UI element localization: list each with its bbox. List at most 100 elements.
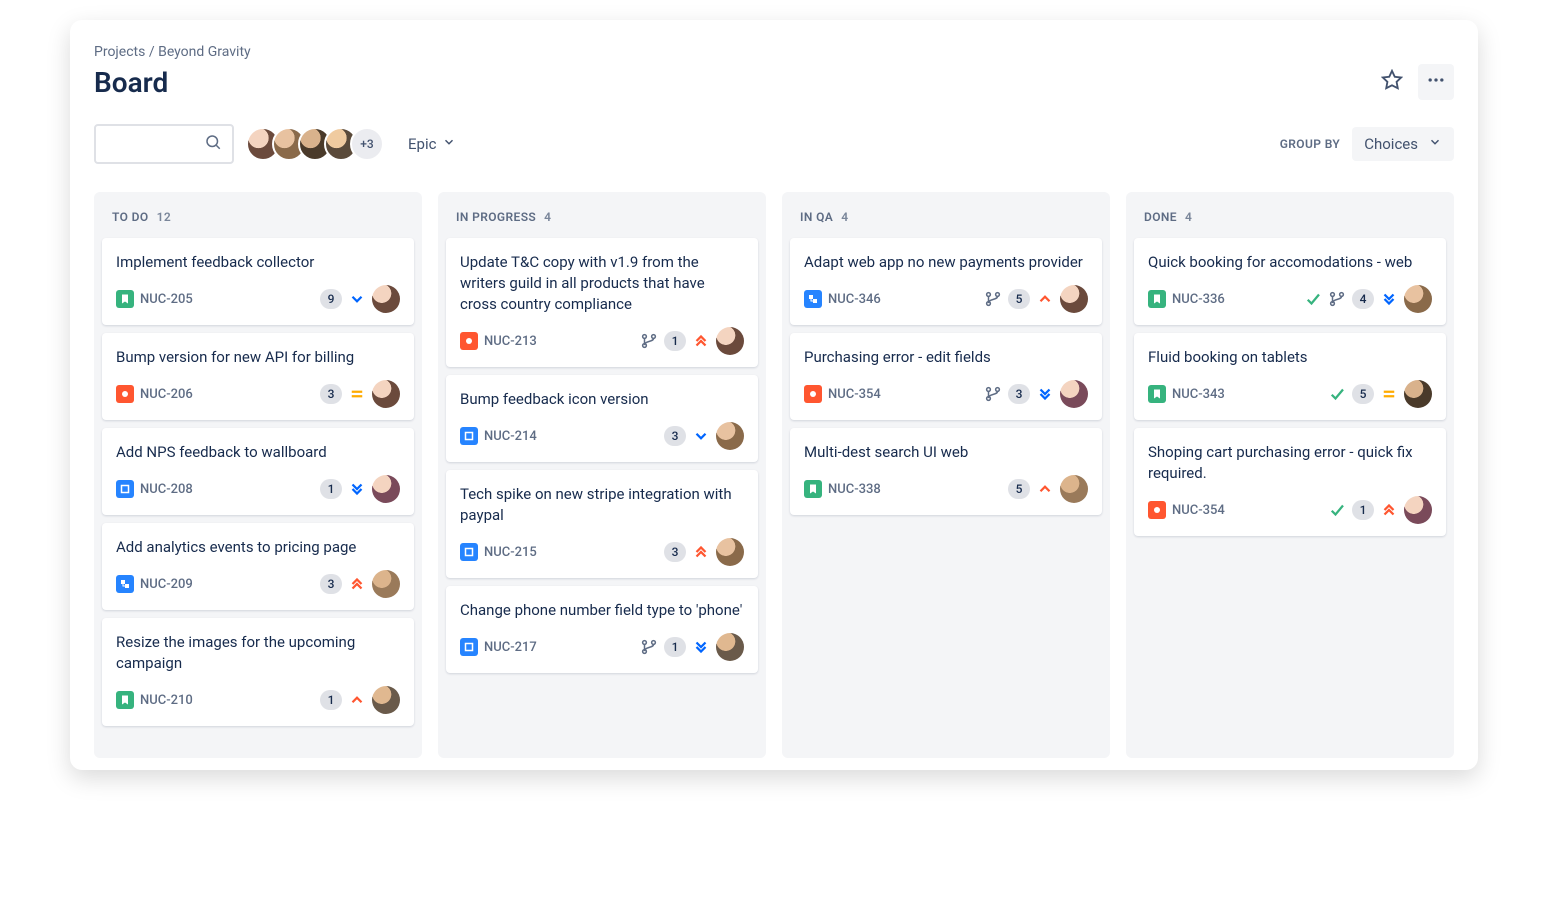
breadcrumb[interactable]: Projects / Beyond Gravity: [94, 44, 1454, 60]
epic-filter[interactable]: Epic: [404, 129, 460, 159]
card-key[interactable]: NUC-354: [1148, 501, 1225, 519]
issue-key: NUC-209: [140, 577, 193, 592]
priority-high-icon: [1036, 290, 1054, 308]
search-input[interactable]: [94, 124, 234, 164]
more-button[interactable]: [1418, 64, 1454, 100]
issue-card[interactable]: Implement feedback collectorNUC-2059: [102, 238, 414, 325]
assignee-avatar[interactable]: [716, 633, 744, 661]
issue-key: NUC-206: [140, 387, 193, 402]
more-icon: [1426, 70, 1446, 94]
branch-icon[interactable]: [640, 332, 658, 350]
board-column: IN PROGRESS4Update T&C copy with v1.9 fr…: [438, 192, 766, 758]
assignee-avatar[interactable]: [1060, 475, 1088, 503]
avatar-more[interactable]: +3: [350, 127, 384, 161]
priority-lowest-icon: [348, 480, 366, 498]
assignee-avatar[interactable]: [1060, 285, 1088, 313]
board-column: IN QA 4 Adapt web app no new payments prov…: [782, 192, 1110, 758]
priority-highest-icon: [692, 543, 710, 561]
issue-card[interactable]: Update T&C copy with v1.9 from the write…: [446, 238, 758, 367]
assignee-avatar[interactable]: [716, 327, 744, 355]
priority-medium-icon: [348, 385, 366, 403]
branch-icon[interactable]: [984, 290, 1002, 308]
issue-card[interactable]: Bump version for new API for billingNUC-…: [102, 333, 414, 420]
assignee-avatar[interactable]: [716, 538, 744, 566]
card-meta: 4: [1304, 285, 1432, 313]
issue-key: NUC-217: [484, 640, 537, 655]
card-key[interactable]: NUC-343: [1148, 385, 1225, 403]
breadcrumb-project-name[interactable]: Beyond Gravity: [158, 44, 251, 60]
card-key[interactable]: NUC-338: [804, 480, 881, 498]
assignee-avatar[interactable]: [1404, 380, 1432, 408]
assignee-filter-avatars[interactable]: +3: [254, 127, 384, 161]
breadcrumb-projects[interactable]: Projects: [94, 44, 145, 60]
issue-card[interactable]: Shoping cart purchasing error - quick fi…: [1134, 428, 1446, 536]
column-header[interactable]: IN QA 4: [790, 204, 1102, 238]
issue-card[interactable]: Purchasing error - edit fieldsNUC-3543: [790, 333, 1102, 420]
issue-type-task-icon: [460, 638, 478, 656]
assignee-avatar[interactable]: [1060, 380, 1088, 408]
issue-card[interactable]: Bump feedback icon versionNUC-2143: [446, 375, 758, 462]
branch-icon[interactable]: [1328, 290, 1346, 308]
card-key[interactable]: NUC-206: [116, 385, 193, 403]
column-count: 4: [841, 210, 848, 224]
assignee-avatar[interactable]: [372, 686, 400, 714]
story-points: 3: [1008, 384, 1030, 404]
column-header[interactable]: IN PROGRESS4: [446, 204, 758, 238]
column-name: IN QA: [800, 210, 833, 224]
issue-type-bug-icon: [1148, 501, 1166, 519]
card-key[interactable]: NUC-209: [116, 575, 193, 593]
assignee-avatar[interactable]: [372, 285, 400, 313]
issue-card[interactable]: Change phone number field type to 'phone…: [446, 586, 758, 673]
issue-card[interactable]: Adapt web app no new payments providerNU…: [790, 238, 1102, 325]
card-key[interactable]: NUC-346: [804, 290, 881, 308]
issue-key: NUC-343: [1172, 387, 1225, 402]
issue-card[interactable]: Quick booking for accomodations - webNUC…: [1134, 238, 1446, 325]
issue-card[interactable]: Multi-dest search UI webNUC-3385: [790, 428, 1102, 515]
kanban-board: TO DO12Implement feedback collectorNUC-2…: [94, 192, 1454, 758]
card-key[interactable]: NUC-217: [460, 638, 537, 656]
story-points: 1: [320, 479, 342, 499]
story-points: 5: [1008, 289, 1030, 309]
issue-type-story-icon: [116, 691, 134, 709]
column-header[interactable]: DONE4: [1134, 204, 1446, 238]
card-key[interactable]: NUC-205: [116, 290, 193, 308]
issue-card[interactable]: Fluid booking on tabletsNUC-3435: [1134, 333, 1446, 420]
issue-card[interactable]: Add NPS feedback to wallboardNUC-2081: [102, 428, 414, 515]
story-points: 3: [320, 384, 342, 404]
column-header[interactable]: TO DO12: [102, 204, 414, 238]
assignee-avatar[interactable]: [372, 570, 400, 598]
assignee-avatar[interactable]: [1404, 285, 1432, 313]
story-points: 1: [1352, 500, 1374, 520]
chevron-down-icon: [442, 135, 456, 153]
story-points: 5: [1352, 384, 1374, 404]
card-key[interactable]: NUC-215: [460, 543, 537, 561]
assignee-avatar[interactable]: [372, 475, 400, 503]
issue-card[interactable]: Resize the images for the upcoming campa…: [102, 618, 414, 726]
card-key[interactable]: NUC-214: [460, 427, 537, 445]
assignee-avatar[interactable]: [1404, 496, 1432, 524]
issue-card[interactable]: Add analytics events to pricing pageNUC-…: [102, 523, 414, 610]
card-meta: 3: [320, 570, 400, 598]
group-by-select[interactable]: Choices: [1352, 127, 1454, 161]
assignee-avatar[interactable]: [372, 380, 400, 408]
card-key[interactable]: NUC-210: [116, 691, 193, 709]
branch-icon[interactable]: [640, 638, 658, 656]
issue-key: NUC-338: [828, 482, 881, 497]
assignee-avatar[interactable]: [716, 422, 744, 450]
issue-card[interactable]: Tech spike on new stripe integration wit…: [446, 470, 758, 578]
group-by-label: GROUP BY: [1280, 137, 1341, 151]
star-button[interactable]: [1374, 64, 1410, 100]
issue-key: NUC-205: [140, 292, 193, 307]
card-key[interactable]: NUC-208: [116, 480, 193, 498]
card-key[interactable]: NUC-213: [460, 332, 537, 350]
issue-type-story-icon: [1148, 385, 1166, 403]
card-key[interactable]: NUC-336: [1148, 290, 1225, 308]
card-key[interactable]: NUC-354: [804, 385, 881, 403]
story-points: 3: [664, 426, 686, 446]
issue-key: NUC-214: [484, 429, 537, 444]
card-meta: 1: [640, 327, 744, 355]
branch-icon[interactable]: [984, 385, 1002, 403]
board-column: TO DO12Implement feedback collectorNUC-2…: [94, 192, 422, 758]
issue-type-bug-icon: [116, 385, 134, 403]
priority-lowest-icon: [1380, 290, 1398, 308]
